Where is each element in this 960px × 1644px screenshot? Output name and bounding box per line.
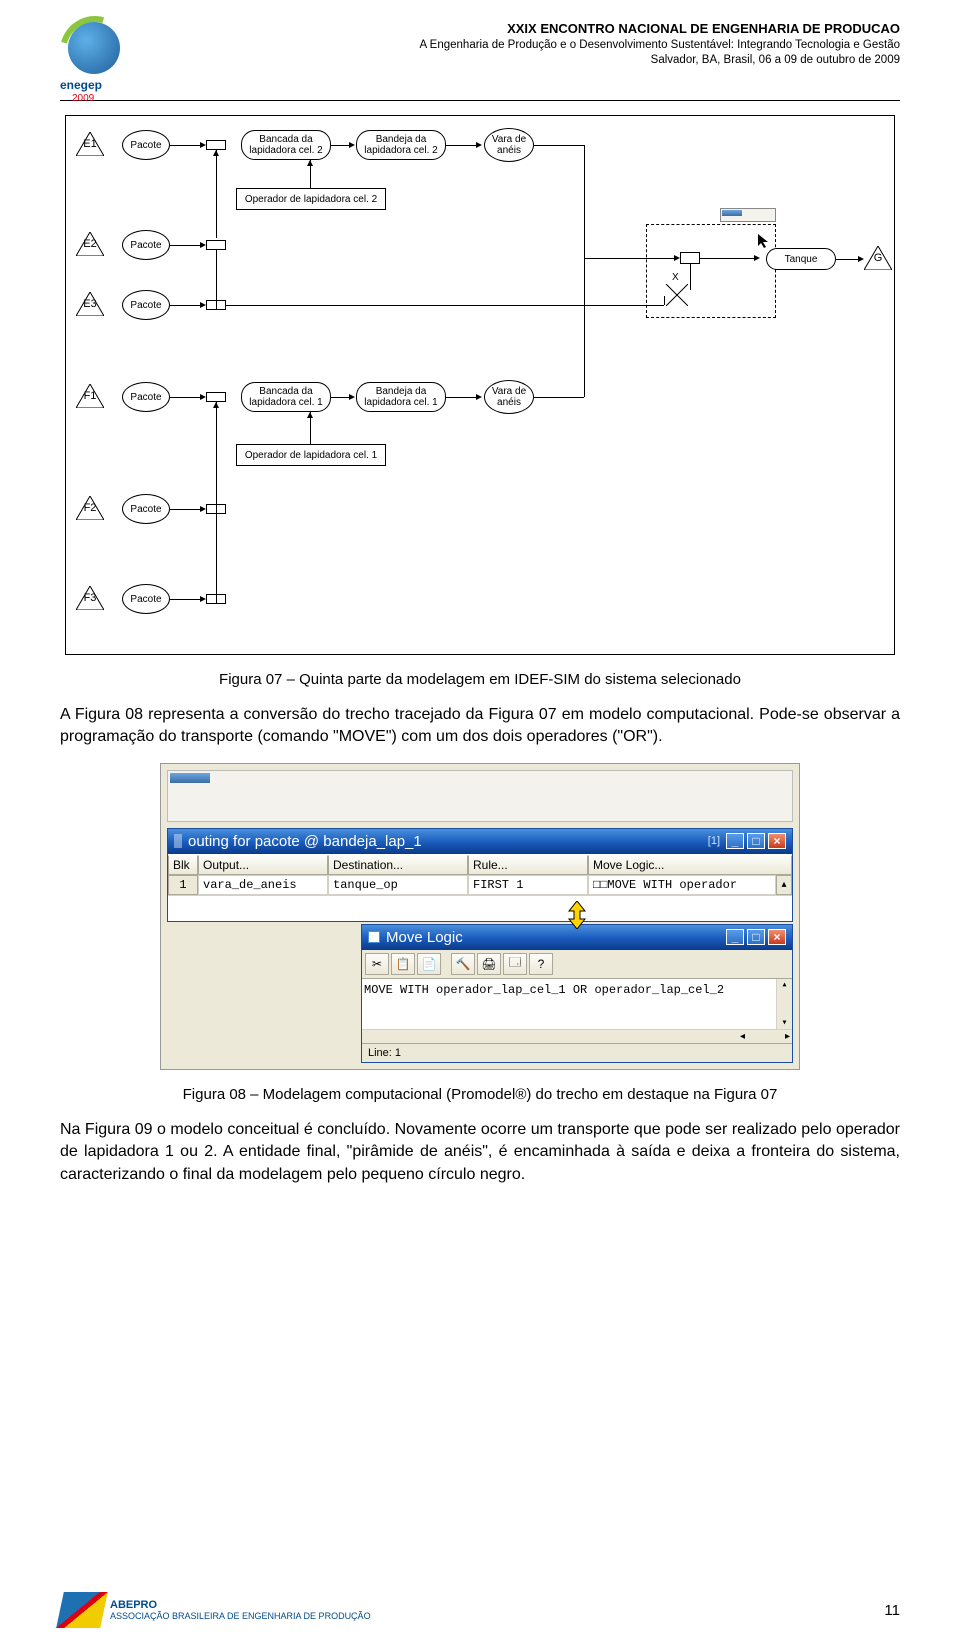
mini-window-icon	[720, 208, 776, 222]
branch-box-e2	[206, 240, 226, 250]
close-button[interactable]: ×	[768, 833, 786, 849]
vara-f1: Vara de anéis	[484, 380, 534, 414]
triangle-f3: F3	[76, 586, 104, 610]
branch-box-e1	[206, 140, 226, 150]
promodel-screenshot: outing for pacote @ bandeja_lap_1 [1] _ …	[160, 763, 800, 1070]
bandeja-f1: Bandeja da lapidadora cel. 1	[356, 382, 446, 412]
tool-window[interactable]: 🗔	[503, 953, 527, 975]
x-junction: X	[666, 284, 688, 306]
triangle-e2: E2	[76, 232, 104, 256]
move-maximize-button[interactable]: □	[747, 929, 765, 945]
move-toolbar: ✂ 📋 📄 🔨 🖨 🗔 ?	[362, 950, 792, 979]
vara-e1: Vara de anéis	[484, 128, 534, 162]
routing-titlebar: outing for pacote @ bandeja_lap_1 [1] _ …	[168, 829, 792, 854]
tool-copy[interactable]: 📋	[391, 953, 415, 975]
pacote-e1: Pacote	[122, 130, 170, 160]
cursor-icon	[758, 234, 772, 248]
window-buttons: _ □ ×	[726, 833, 786, 849]
logo-year: 2009	[72, 93, 94, 104]
routing-title: outing for pacote @ bandeja_lap_1	[188, 833, 422, 850]
code-editor[interactable]: MOVE WITH operador_lap_cel_1 OR operador…	[362, 979, 792, 1029]
figure07-caption: Figura 07 – Quinta parte da modelagem em…	[60, 669, 900, 690]
bancada-e1: Bancada da lapidadora cel. 2	[241, 130, 331, 160]
triangle-e1: E1	[76, 132, 104, 156]
branch-box-f1	[206, 392, 226, 402]
code-scrollbar[interactable]: ▴▾	[776, 979, 792, 1029]
footer: ABEPRO ASSOCIAÇÃO BRASILEIRA DE ENGENHAR…	[60, 1592, 900, 1628]
pacote-e3: Pacote	[122, 290, 170, 320]
abepro-logo: ABEPRO ASSOCIAÇÃO BRASILEIRA DE ENGENHAR…	[60, 1592, 371, 1628]
move-title: Move Logic	[386, 929, 463, 946]
triangle-f2: F2	[76, 496, 104, 520]
tool-print[interactable]: 🖨	[477, 953, 501, 975]
diagram-figure-07: E1 Pacote Bancada da lapidadora cel. 2 B…	[65, 115, 895, 655]
bancada-f1: Bancada da lapidadora cel. 1	[241, 382, 331, 412]
footer-sub: ASSOCIAÇÃO BRASILEIRA DE ENGENHARIA DE P…	[110, 1611, 371, 1621]
enegep-logo: enegep 2009	[60, 20, 130, 90]
tanque: Tanque	[766, 248, 836, 270]
page-number: 11	[884, 1602, 900, 1619]
col-blk[interactable]: Blk	[168, 855, 198, 875]
paragraph-1: A Figura 08 representa a conversão do tr…	[60, 704, 900, 749]
triangle-g: G	[864, 246, 892, 270]
move-close-button[interactable]: ×	[768, 929, 786, 945]
col-movelogic[interactable]: Move Logic...	[588, 855, 792, 875]
maximize-button[interactable]: □	[747, 833, 765, 849]
bandeja-e1: Bandeja da lapidadora cel. 2	[356, 130, 446, 160]
header-text: XXIX ENCONTRO NACIONAL DE ENGENHARIA DE …	[142, 20, 900, 69]
triangle-e3: E3	[76, 292, 104, 316]
paragraph-2: Na Figura 09 o modelo conceitual é concl…	[60, 1119, 900, 1186]
cell-rule[interactable]: FIRST 1	[468, 875, 588, 895]
page: enegep 2009 XXIX ENCONTRO NACIONAL DE EN…	[0, 0, 960, 1644]
routing-window: outing for pacote @ bandeja_lap_1 [1] _ …	[167, 828, 793, 922]
branch-box-dashed	[680, 252, 700, 264]
tool-help[interactable]: ?	[529, 953, 553, 975]
triangle-f1: F1	[76, 384, 104, 408]
tool-paste[interactable]: 📄	[417, 953, 441, 975]
cell-blk: 1	[168, 875, 198, 895]
routing-sup: [1]	[708, 835, 720, 847]
scroll-up-icon[interactable]: ▴	[776, 875, 792, 895]
minimize-button[interactable]: _	[726, 833, 744, 849]
header-line3: Salvador, BA, Brasil, 06 a 09 de outubro…	[142, 53, 900, 69]
grid-row-1[interactable]: 1 vara_de_aneis tanque_op FIRST 1 □□MOVE…	[168, 875, 792, 895]
cell-output[interactable]: vara_de_aneis	[198, 875, 328, 895]
cell-destination[interactable]: tanque_op	[328, 875, 468, 895]
cell-movelogic[interactable]: □□MOVE WITH operador	[588, 875, 776, 895]
operator-cel2: Operador de lapidadora cel. 2	[236, 188, 386, 210]
col-destination[interactable]: Destination...	[328, 855, 468, 875]
operator-cel1: Operador de lapidadora cel. 1	[236, 444, 386, 466]
pacote-f1: Pacote	[122, 382, 170, 412]
pacote-f3: Pacote	[122, 584, 170, 614]
col-rule[interactable]: Rule...	[468, 855, 588, 875]
pacote-e2: Pacote	[122, 230, 170, 260]
header-line2: A Engenharia de Produção e o Desenvolvim…	[142, 38, 900, 54]
logo-text: enegep	[60, 78, 102, 92]
status-bar: Line: 1	[362, 1043, 792, 1062]
header-rule	[60, 100, 900, 101]
grid-header: Blk Output... Destination... Rule... Mov…	[168, 854, 792, 875]
header: enegep 2009 XXIX ENCONTRO NACIONAL DE EN…	[60, 20, 900, 90]
resize-arrow-icon	[563, 901, 591, 929]
tool-build[interactable]: 🔨	[451, 953, 475, 975]
col-output[interactable]: Output...	[198, 855, 328, 875]
tool-cut[interactable]: ✂	[365, 953, 389, 975]
pacote-f2: Pacote	[122, 494, 170, 524]
canvas-area	[167, 770, 793, 822]
move-minimize-button[interactable]: _	[726, 929, 744, 945]
figure08-caption: Figura 08 – Modelagem computacional (Pro…	[60, 1084, 900, 1105]
footer-brand: ABEPRO	[110, 1599, 371, 1611]
move-logic-window: Move Logic _ □ × ✂ 📋 📄 🔨 🖨 🗔 ? MOVE W	[361, 924, 793, 1063]
header-line1: XXIX ENCONTRO NACIONAL DE ENGENHARIA DE …	[142, 20, 900, 38]
